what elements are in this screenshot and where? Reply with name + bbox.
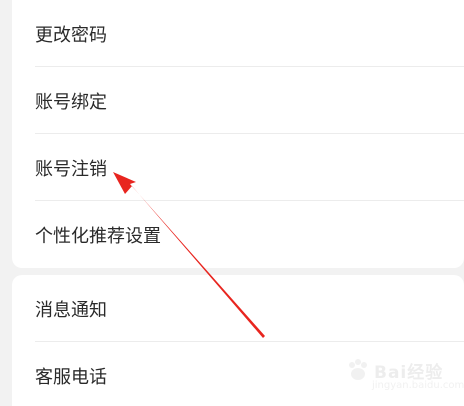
settings-item-label: 个性化推荐设置	[35, 225, 161, 247]
settings-item-label: 客服电话	[35, 366, 107, 388]
settings-item-label: 消息通知	[35, 299, 107, 321]
settings-item-personalized-recommendation[interactable]: 个性化推荐设置	[12, 201, 464, 268]
settings-item-account-deletion[interactable]: 账号注销	[12, 134, 464, 201]
watermark: Bai经验 jingyan.baidu.com	[344, 350, 464, 400]
paw-icon	[349, 359, 367, 380]
settings-item-message-notification[interactable]: 消息通知	[12, 275, 464, 342]
settings-item-label: 更改密码	[35, 24, 107, 46]
settings-item-label: 账号注销	[35, 158, 107, 180]
settings-group-account: 更改密码 账号绑定 账号注销 个性化推荐设置	[12, 0, 464, 268]
settings-item-account-binding[interactable]: 账号绑定	[12, 67, 464, 134]
settings-item-change-password[interactable]: 更改密码	[12, 0, 464, 67]
watermark-url: jingyan.baidu.com	[372, 380, 464, 391]
settings-item-label: 账号绑定	[35, 91, 107, 113]
